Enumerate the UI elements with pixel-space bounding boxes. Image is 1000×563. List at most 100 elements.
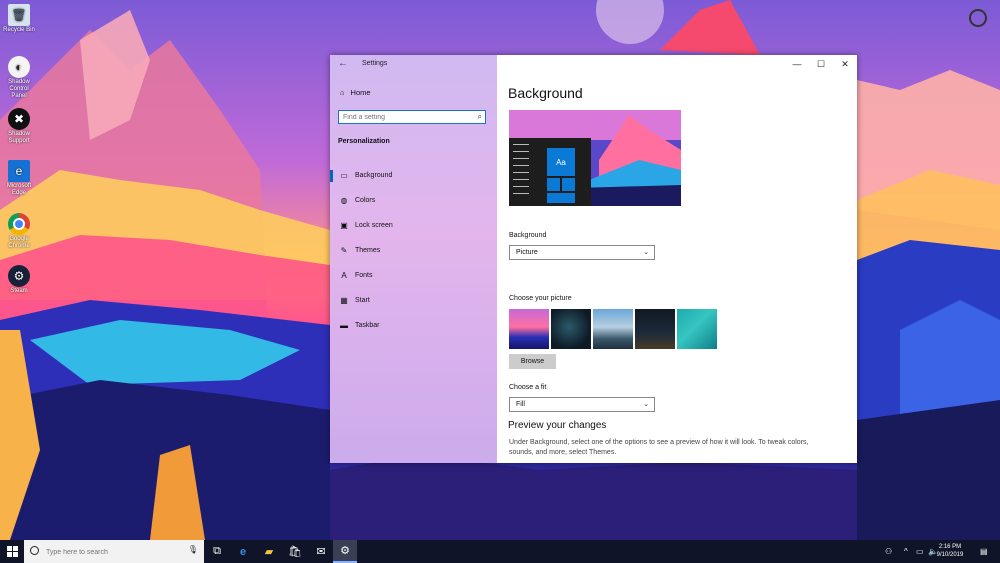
search-icon[interactable]: ⌕ [478,112,482,122]
sidebar-item-label: Themes [355,247,381,254]
desktop-icon-label: Shadow Support [8,131,30,144]
preview-tile-small [562,178,575,191]
taskbar: 🎙 ⧉ e ▰ 🛍 ✉ ⚙ ⚇ ^ ▭ 🔈 2:16 PM 9/10/2019 … [0,540,1000,563]
fonts-icon: A [341,271,347,280]
preview-heading: Preview your changes [508,420,607,431]
lock-screen-icon: ▣ [340,221,348,230]
background-type-dropdown[interactable]: Picture ⌄ [509,245,655,260]
picture-thumbnail[interactable] [509,309,549,349]
taskbar-icon: ▬ [340,321,348,330]
edge-icon: e [239,545,247,558]
fit-value: Fill [516,401,525,408]
sidebar-item-themes[interactable]: ✎ Themes [330,238,497,263]
people-icon: ⚇ [885,547,893,556]
sidebar-item-label: Background [355,172,393,179]
people-button[interactable]: ⚇ [885,540,892,563]
shadow-control-panel-icon: ◐ [8,56,30,78]
taskbar-settings[interactable]: ⚙ [333,540,357,563]
picture-thumbnail[interactable] [677,309,717,349]
sidebar-item-colors[interactable]: ◍ Colors [330,188,497,213]
preview-start-menu: Aa [509,138,591,206]
taskbar-search[interactable]: 🎙 [24,540,204,563]
clock-date: 9/10/2019 [936,552,964,558]
desktop-icon-steam[interactable]: ⚙ Steam [2,265,36,295]
preview-tile-wide [547,193,575,203]
microphone-icon[interactable]: 🎙 [188,545,198,554]
edge-icon: e [8,160,30,182]
taskbar-file-explorer[interactable]: ▰ [257,540,281,563]
home-icon: ⌂ [340,88,345,97]
sidebar-item-label: Colors [355,197,376,204]
minimize-button[interactable]: — [787,57,807,71]
desktop-icon-google-chrome[interactable]: Google Chrome [2,213,36,250]
desktop-icon-label: Google Chrome [8,236,30,249]
chevron-down-icon: ⌄ [643,401,649,408]
sidebar-item-label: Fonts [355,272,373,279]
picture-thumbnail[interactable] [551,309,591,349]
find-setting-search[interactable]: ⌕ [338,110,486,124]
chrome-icon [8,213,30,235]
taskbar-mail[interactable]: ✉ [309,540,333,563]
desktop-icon-shadow-support[interactable]: ✖ Shadow Support [2,108,36,145]
preview-tile-small [547,178,560,191]
sidebar-nav: ▭ Background ◍ Colors ▣ Lock screen ✎ Th… [330,163,497,338]
show-hidden-icons-button[interactable]: ^ [904,540,908,563]
sidebar-item-background[interactable]: ▭ Background [330,163,497,188]
browse-button[interactable]: Browse [509,354,556,369]
start-icon: ▦ [340,296,348,305]
desktop-icon-label: Recycle Bin [3,27,35,33]
desktop-icon-label: Steam [10,288,28,294]
notifications-icon: ▤ [980,547,988,556]
sidebar-item-label: Lock screen [355,222,393,229]
back-arrow-icon[interactable]: ← [338,58,348,69]
shadow-support-icon: ✖ [8,108,30,130]
picture-thumbnail[interactable] [635,309,675,349]
task-view-button[interactable]: ⧉ [205,540,229,563]
action-center-button[interactable]: ▤ [980,540,988,563]
page-title: Background [508,85,583,101]
windows-logo-icon [6,546,18,557]
start-button[interactable] [0,540,24,563]
sidebar-item-taskbar[interactable]: ▬ Taskbar [330,313,497,338]
desktop-icon-shadow-control-panel[interactable]: ◐ Shadow Control Panel [2,56,36,100]
preview-description: Under Background, select one of the opti… [509,439,809,456]
gear-icon: ⚙ [340,545,350,557]
title-bar: ← Settings — ☐ ✕ [330,55,857,73]
section-heading: Personalization [338,138,390,145]
sidebar-item-lock-screen[interactable]: ▣ Lock screen [330,213,497,238]
choose-fit-label: Choose a fit [509,384,547,391]
steam-icon: ⚙ [8,265,30,287]
picture-thumbnails [509,309,717,349]
chevron-down-icon: ⌄ [643,249,649,256]
store-icon: 🛍 [288,546,302,558]
taskbar-search-input[interactable] [44,545,188,560]
maximize-button[interactable]: ☐ [811,57,831,71]
desktop-icon-microsoft-edge[interactable]: e Microsoft Edge [2,160,36,197]
preview-app-list [513,144,529,200]
taskbar-edge[interactable]: e [231,540,255,563]
sidebar-item-label: Start [355,297,370,304]
folder-icon: ▰ [264,546,274,558]
network-button[interactable]: ▭ [916,540,924,563]
picture-thumbnail[interactable] [593,309,633,349]
mail-icon: ✉ [316,546,326,558]
settings-window: ⌂ Home ⌕ Personalization ▭ Background ◍ … [330,55,857,463]
window-title: Settings [362,60,388,67]
home-label: Home [350,88,371,97]
sidebar-item-fonts[interactable]: A Fonts [330,263,497,288]
find-setting-input[interactable] [339,111,467,123]
task-view-icon: ⧉ [213,545,221,557]
taskbar-store[interactable]: 🛍 [283,540,307,563]
close-button[interactable]: ✕ [835,57,855,71]
desktop-icon-recycle-bin[interactable]: 🗑 Recycle Bin [2,4,36,34]
sidebar-item-start[interactable]: ▦ Start [330,288,497,313]
background-type-value: Picture [516,249,538,256]
background-type-label: Background [509,232,547,239]
desktop-icon-label: Shadow Control Panel [8,79,30,99]
home-link[interactable]: ⌂ Home [340,88,371,97]
background-page: Background Aa Background Picture ⌄ Choos [497,73,857,463]
settings-sidebar: ⌂ Home ⌕ Personalization ▭ Background ◍ … [330,55,497,463]
fit-dropdown[interactable]: Fill ⌄ [509,397,655,412]
taskbar-clock[interactable]: 2:16 PM 9/10/2019 [931,543,969,559]
clock-time: 2:16 PM [938,544,962,550]
